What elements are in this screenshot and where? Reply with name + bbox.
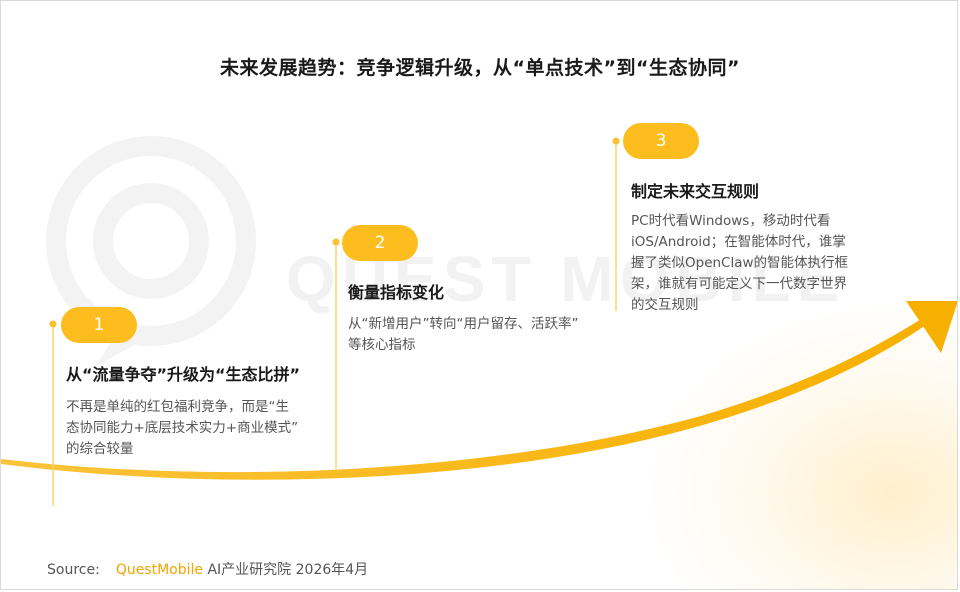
slide-frame: QUEST MOBILE 未来发展趋势：竞争逻辑升级，从“单点技术”到“生态协同… bbox=[0, 0, 958, 590]
source-label: Source: bbox=[47, 562, 100, 578]
step-title-3: 制定未来交互规则 bbox=[631, 182, 760, 201]
step-desc-line: 握了类似OpenClaw的智能体执行框 bbox=[631, 255, 849, 271]
step-desc-3: PC时代看Windows，移动时代看 iOS/Android；在智能体时代，谁掌… bbox=[631, 211, 848, 316]
step-title-2: 衡量指标变化 bbox=[348, 283, 445, 302]
step-desc-line: 的交互规则 bbox=[631, 297, 699, 313]
source-brand: QuestMobile bbox=[115, 562, 204, 578]
step-number-badge-1: 1 bbox=[61, 307, 137, 343]
timeline-dot-2 bbox=[332, 238, 340, 246]
step-title-1: 从“流量争夺”升级为“生态比拼” bbox=[66, 365, 301, 384]
step-desc-2: 从“新增用户”转向“用户留存、活跃率” 等核心指标 bbox=[348, 314, 578, 356]
page-title: 未来发展趋势：竞争逻辑升级，从“单点技术”到“生态协同” bbox=[220, 57, 740, 79]
step-desc-line: 等核心指标 bbox=[348, 337, 416, 353]
step-number-badge-2: 2 bbox=[342, 225, 418, 261]
step-desc-line: iOS/Android；在智能体时代，谁掌 bbox=[631, 234, 846, 250]
step-desc-1: 不再是单纯的红包福利竞争，而是“生 态协同能力+底层技术实力+商业模式” 的综合… bbox=[66, 397, 298, 460]
timeline-dot-3 bbox=[612, 137, 620, 145]
timeline-dot-1 bbox=[49, 320, 57, 328]
step-number-badge-3: 3 bbox=[623, 123, 699, 159]
source-detail: AI产业研究院 2026年4月 bbox=[203, 562, 369, 578]
step-desc-line: 态协同能力+底层技术实力+商业模式” bbox=[66, 420, 299, 436]
step-desc-line: 从“新增用户”转向“用户留存、活跃率” bbox=[348, 316, 579, 332]
step-desc-line: 架，谁就有可能定义下一代数字世界 bbox=[631, 276, 847, 292]
step-desc-line: PC时代看Windows，移动时代看 bbox=[631, 213, 831, 229]
step-desc-line: 的综合较量 bbox=[66, 441, 134, 457]
source-note: Source: QuestMobile AI产业研究院 2026年4月 bbox=[47, 559, 368, 579]
step-desc-line: 不再是单纯的红包福利竞争，而是“生 bbox=[66, 399, 289, 415]
